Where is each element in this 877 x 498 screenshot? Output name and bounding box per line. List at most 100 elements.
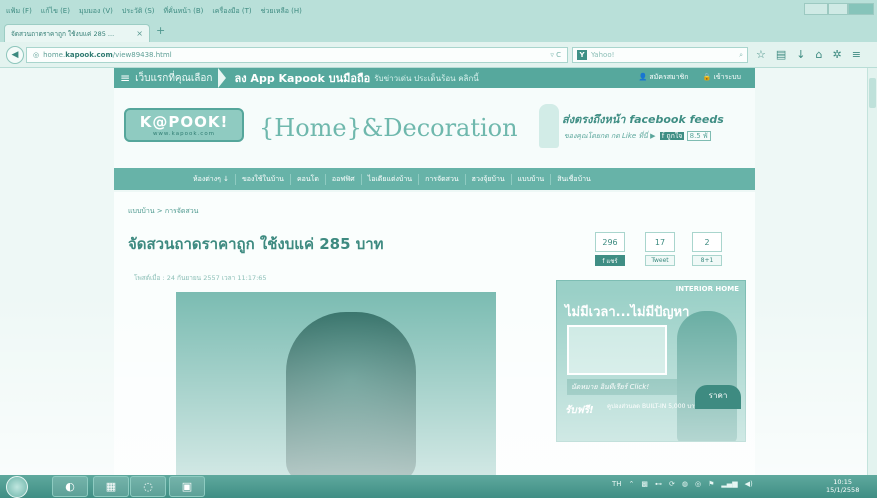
tray-flag-icon[interactable]: ⚑ <box>708 480 714 488</box>
account-links: 👤 สมัครสมาชิก 🔒 เข้าระบบ <box>638 72 741 83</box>
star-icon[interactable]: ☆ <box>756 48 766 61</box>
nav-fengshui[interactable]: ฮวงจุ้ยบ้าน <box>466 173 512 185</box>
logo-text: K@POOK! <box>139 113 229 131</box>
facebook-share: 296 f แชร์ <box>595 232 625 266</box>
ad-coupon-text: คูปองส่วนลด BUILT-IN 5,000 บาท <box>607 403 699 410</box>
web-page: ≡ เว็บแรกที่คุณเลือก ลง App Kapook บนมือ… <box>0 68 877 475</box>
nav-condo[interactable]: คอนโด <box>291 173 326 185</box>
register-label: สมัครสมาชิก <box>649 73 689 81</box>
lock-icon: 🔒 <box>702 73 714 81</box>
search-icon[interactable]: ⌕ <box>739 51 743 60</box>
close-window-button[interactable] <box>848 3 874 15</box>
language-indicator[interactable]: TH <box>612 480 622 488</box>
windows-taskbar: ◐ ▦ ◌ ▣ TH ⌃ ▩ ⊷ ⟳ ◍ ◎ ⚑ ▂▄▆ ◀) 10:15 15… <box>0 475 877 498</box>
ad-free-label: รับฟรี! <box>565 405 594 416</box>
tab-bar: จัดสวนถาดราคาถูก ใช้งบแค่ 285 ... × <box>0 22 877 42</box>
search-input[interactable]: Y Yahoo! ⌕ <box>572 47 748 63</box>
nav-decor-ideas[interactable]: ไอเดียแต่งบ้าน <box>362 173 420 185</box>
section-title[interactable]: {Home}&Decoration <box>259 114 518 142</box>
article-date: โพสต์เมื่อ : 24 กันยายน 2557 เวลา 11:17:… <box>134 274 267 282</box>
back-button[interactable]: ◀ <box>6 46 24 64</box>
nav-gardening[interactable]: การจัดสวน <box>419 173 466 185</box>
nav-home-loans[interactable]: สินเชื่อบ้าน <box>551 174 597 185</box>
gplus-button[interactable]: 8+1 <box>692 255 722 266</box>
menu-history[interactable]: ประวัติ (S) <box>122 6 155 17</box>
explorer-taskbar-icon[interactable]: ▦ <box>93 476 129 497</box>
system-tray: TH ⌃ ▩ ⊷ ⟳ ◍ ◎ ⚑ ▂▄▆ ◀) <box>612 480 753 488</box>
tray-volume-icon[interactable]: ◀) <box>745 480 753 488</box>
tray-shield-icon[interactable]: ◍ <box>682 480 688 488</box>
article-photo <box>176 292 496 475</box>
tray-app-icon[interactable]: ▩ <box>641 480 648 488</box>
ad-presenter-photo <box>677 311 737 441</box>
tab-active[interactable]: จัดสวนถาดราคาถูก ใช้งบแค่ 285 ... × <box>4 24 150 42</box>
app-promo-link[interactable]: ลง App Kapook บนมือถือ <box>234 69 370 87</box>
tray-network-icon[interactable]: ⊷ <box>655 480 662 488</box>
menu-bookmarks[interactable]: ที่คั่นหน้า (B) <box>164 6 204 17</box>
download-icon[interactable]: ↓ <box>796 48 805 61</box>
login-label: เข้าระบบ <box>713 73 741 81</box>
url-bar[interactable]: ◎ home.kapook.com/view89438.html ▿ C <box>26 47 568 63</box>
hamburger-icon[interactable]: ≡ <box>114 71 135 85</box>
clipboard-icon[interactable]: ▤ <box>776 48 786 61</box>
potted-plant-image <box>286 312 416 475</box>
scrollbar-thumb[interactable] <box>869 78 876 108</box>
menu-file[interactable]: แฟ้ม (F) <box>6 6 32 17</box>
maximize-button[interactable] <box>828 3 848 15</box>
tab-title: จัดสวนถาดราคาถูก ใช้งบแค่ 285 ... <box>11 29 115 38</box>
nav-rooms[interactable]: ห้องต่างๆ ↓ <box>187 173 236 185</box>
menu-edit[interactable]: แก้ไข (E) <box>41 6 70 17</box>
site-header: K@POOK! www.kapook.com {Home}&Decoration… <box>114 88 755 168</box>
close-tab-icon[interactable]: × <box>136 29 143 38</box>
interior-ad-banner[interactable]: INTERIOR HOME ไม่มีเวลา...ไม่มีปัญหา นัด… <box>556 280 746 442</box>
clock[interactable]: 10:15 15/1/2558 <box>826 478 859 494</box>
tweet-button[interactable]: Tweet <box>645 255 675 266</box>
app-promo-sub[interactable]: รับข่าวเด่น ประเด็นร้อน คลิกนี้ <box>374 72 479 85</box>
fb-share-button[interactable]: f แชร์ <box>595 255 625 266</box>
addon-icon[interactable]: ✲ <box>832 48 841 61</box>
menu-tools[interactable]: เครื่องมือ (T) <box>212 6 251 17</box>
browser-window: แฟ้ม (F) แก้ไข (E) มุมมอง (V) ประวัติ (S… <box>0 0 877 498</box>
register-link[interactable]: 👤 สมัครสมาชิก <box>638 72 688 83</box>
fb-promo-line: ของคุณโดยกด กด Like ที่นี่ ▶ f ถูกใจ 8.5… <box>562 131 752 142</box>
ie-taskbar-icon[interactable]: ◐ <box>52 476 88 497</box>
home-icon[interactable]: ⌂ <box>816 48 823 61</box>
fb-like-button[interactable]: f ถูกใจ <box>659 132 685 140</box>
ad-headline: ไม่มีเวลา...ไม่มีปัญหา <box>565 305 690 320</box>
tray-sync-icon[interactable]: ⟳ <box>669 480 675 488</box>
breadcrumb[interactable]: แบบบ้าน > การจัดสวน <box>128 206 198 217</box>
nav-office[interactable]: ออฟฟิศ <box>326 173 362 185</box>
start-button[interactable] <box>6 476 28 498</box>
search-placeholder: Yahoo! <box>591 51 615 59</box>
new-tab-button[interactable]: + <box>156 24 165 37</box>
menu-view[interactable]: มุมมอง (V) <box>79 6 113 17</box>
kapook-logo[interactable]: K@POOK! www.kapook.com <box>124 108 244 142</box>
twitter-share: 17 Tweet <box>645 232 675 266</box>
yahoo-icon: Y <box>577 50 587 60</box>
nav-house-plans[interactable]: แบบบ้าน <box>512 173 552 185</box>
tray-signal-icon[interactable]: ▂▄▆ <box>721 480 737 488</box>
browser-taskbar-icon[interactable]: ◌ <box>130 476 166 497</box>
reload-icon[interactable]: ▿ C <box>550 51 561 59</box>
site-tagline[interactable]: เว็บแรกที่คุณเลือก <box>135 71 212 86</box>
url-prefix: home. <box>43 51 66 59</box>
tray-arrow-icon[interactable]: ⌃ <box>629 480 635 488</box>
nav-bar: ◀ ◎ home.kapook.com/view89438.html ▿ C Y… <box>0 42 877 68</box>
ad-room-photo <box>567 325 667 375</box>
page-scrollbar[interactable] <box>867 68 877 475</box>
login-link[interactable]: 🔒 เข้าระบบ <box>703 72 741 83</box>
user-icon: 👤 <box>638 73 650 81</box>
menu-help[interactable]: ช่วยเหลือ (H) <box>261 6 302 17</box>
tweet-count: 17 <box>645 232 675 252</box>
tray-cloud-icon[interactable]: ◎ <box>695 480 701 488</box>
price-tab[interactable]: ราคา <box>695 385 741 409</box>
article: จัดสวนถาดราคาถูก ใช้งบแค่ 285 บาท โพสต์เ… <box>114 220 755 475</box>
app-taskbar-icon[interactable]: ▣ <box>169 476 205 497</box>
nav-household[interactable]: ของใช้ในบ้าน <box>236 173 291 185</box>
minimize-button[interactable] <box>804 3 828 15</box>
url-text: home.kapook.com/view89438.html <box>43 51 172 59</box>
breadcrumb-bar: แบบบ้าน > การจัดสวน <box>114 192 755 220</box>
ad-cta[interactable]: นัดหมาย อินทีเรียร์ Click! <box>567 379 677 395</box>
category-nav: ห้องต่างๆ ↓ ของใช้ในบ้าน คอนโด ออฟฟิศ ไอ… <box>114 168 755 190</box>
menu-icon[interactable]: ≡ <box>852 48 861 61</box>
